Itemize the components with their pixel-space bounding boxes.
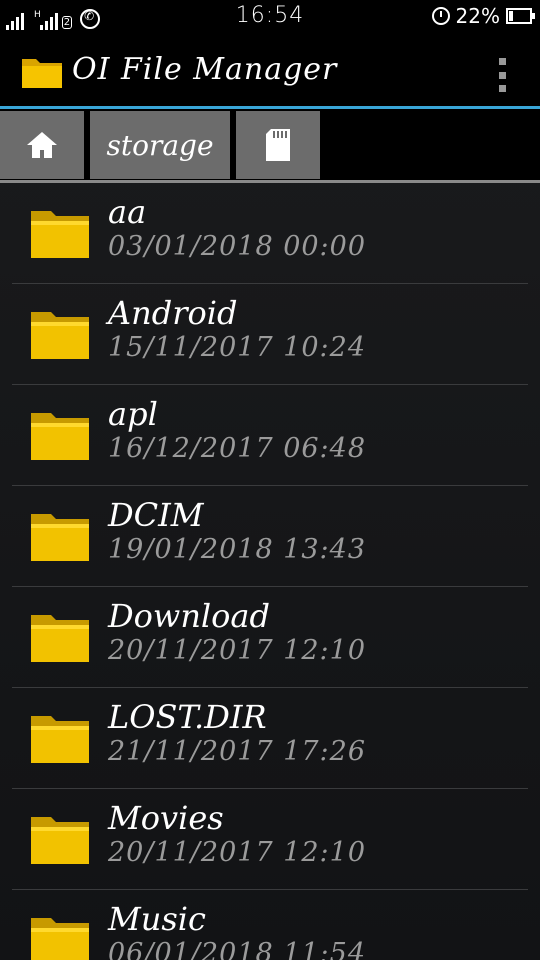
path-bar: storage [0, 109, 540, 183]
file-list-item[interactable]: apl 16/12/2017 06:48 [12, 385, 528, 486]
file-date: 20/11/2017 12:10 [108, 635, 367, 666]
home-icon [27, 132, 57, 158]
path-storage-button[interactable]: storage [90, 111, 230, 179]
file-list: aa 03/01/2018 00:00 Android 15/11/2017 1… [0, 183, 540, 960]
battery-percent: 22% [455, 4, 500, 28]
file-list-item[interactable]: LOST.DIR 21/11/2017 17:26 [12, 688, 528, 789]
path-storage-label: storage [106, 128, 214, 162]
folder-icon [31, 716, 89, 763]
file-date: 21/11/2017 17:26 [108, 736, 367, 767]
sdcard-icon [266, 129, 290, 161]
overflow-menu-icon[interactable] [492, 58, 512, 92]
file-date: 06/01/2018 11:54 [108, 938, 367, 960]
folder-icon [31, 211, 89, 258]
file-list-item[interactable]: DCIM 19/01/2018 13:43 [12, 486, 528, 587]
folder-icon [31, 615, 89, 662]
file-name: Android [108, 294, 238, 332]
status-icons-right: 22% [431, 4, 535, 28]
battery-level [509, 11, 513, 21]
folder-icon [31, 918, 89, 960]
file-list-item[interactable]: Download 20/11/2017 12:10 [12, 587, 528, 688]
file-name: aa [108, 193, 147, 231]
folder-icon [31, 817, 89, 864]
file-date: 15/11/2017 10:24 [108, 332, 367, 363]
folder-icon [31, 514, 89, 561]
file-date: 16/12/2017 06:48 [108, 433, 367, 464]
path-home-button[interactable] [0, 111, 84, 179]
file-list-item[interactable]: Movies 20/11/2017 12:10 [12, 789, 528, 890]
app-folder-icon [22, 59, 62, 88]
file-name: Movies [108, 799, 224, 837]
file-name: Download [108, 597, 270, 635]
file-name: LOST.DIR [108, 698, 267, 736]
action-bar: OI File Manager [0, 38, 540, 109]
file-list-item[interactable]: aa 03/01/2018 00:00 [12, 183, 528, 284]
file-date: 19/01/2018 13:43 [108, 534, 367, 565]
battery-icon [506, 8, 535, 24]
app-title: OI File Manager [72, 52, 338, 87]
file-list-item[interactable]: Android 15/11/2017 10:24 [12, 284, 528, 385]
file-date: 03/01/2018 00:00 [108, 231, 367, 262]
status-bar: H 2 16:54 22% [0, 0, 540, 38]
folder-icon [31, 413, 89, 460]
file-name: Music [108, 900, 206, 938]
file-list-item[interactable]: Music 06/01/2018 11:54 [12, 890, 528, 960]
file-date: 20/11/2017 12:10 [108, 837, 367, 868]
file-name: apl [108, 395, 158, 433]
alarm-icon [431, 7, 450, 25]
screen: H 2 16:54 22% OI File Manager [0, 0, 540, 960]
file-name: DCIM [108, 496, 204, 534]
folder-icon [31, 312, 89, 359]
path-sdcard-button[interactable] [236, 111, 320, 179]
